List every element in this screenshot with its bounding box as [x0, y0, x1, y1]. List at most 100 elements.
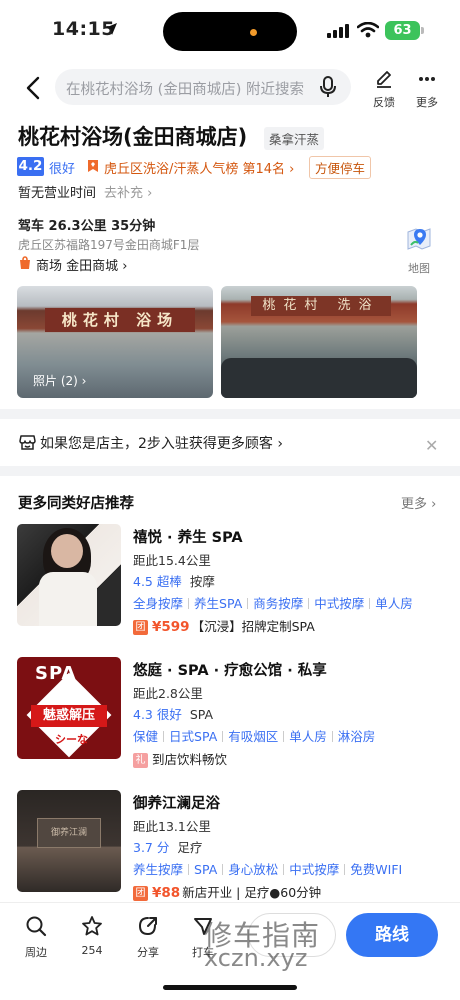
more-dots-icon	[419, 77, 435, 81]
shop-deal[interactable]: 礼到店饮料畅饮	[133, 749, 227, 768]
location-arrow-icon	[105, 23, 117, 35]
battery-tip	[421, 27, 424, 34]
shop-card[interactable]: 禧悦 · 养生 SPA 距此15.4公里 4.5 超棒 按摩 全身按摩 养生SPA…	[0, 524, 460, 636]
thumbnail-figure	[39, 572, 97, 626]
shop-tag: 中式按摩	[314, 596, 365, 611]
share-label: 分享	[137, 946, 159, 959]
search-placeholder: 在桃花村浴场 (金田商城店) 附近搜索	[66, 82, 305, 98]
shop-category: 按摩	[189, 574, 215, 589]
recording-indicator	[250, 29, 257, 36]
favorite-count: 254	[81, 944, 103, 957]
close-icon[interactable]: ✕	[425, 436, 438, 455]
shop-rating: 4.3 很好 SPA	[133, 704, 213, 723]
rating-word: 很好	[49, 162, 76, 177]
parking-tag: 方便停车	[309, 156, 372, 179]
recommend-title: 更多同类好店推荐	[18, 496, 134, 512]
section-divider	[0, 409, 460, 419]
shop-distance: 距此13.1公里	[133, 819, 211, 834]
add-hours-link[interactable]: 去补充 ›	[104, 182, 152, 201]
more-label: 更多	[416, 96, 438, 109]
shop-tag: 商务按摩	[253, 596, 304, 611]
owner-claim-link[interactable]: 如果您是店主，2步入驻获得更多顾客 ›	[40, 433, 283, 453]
shop-tag: 日式SPA	[169, 729, 218, 744]
shop-score-word: 很好	[156, 707, 182, 722]
shop-thumbnail: 御养江澜	[17, 790, 121, 892]
share-icon	[138, 917, 157, 936]
nearby-button[interactable]: 周边	[16, 915, 56, 960]
search-input[interactable]: 在桃花村浴场 (金田商城店) 附近搜索	[55, 69, 351, 105]
shop-icon	[19, 435, 36, 450]
shop-name: 御养江澜足浴	[133, 796, 220, 812]
shop-score: 3.7	[133, 840, 153, 855]
shop-tags: 全身按摩 养生SPA 商务按摩 中式按摩 单人房	[133, 593, 413, 612]
favorite-button[interactable]: 254	[72, 915, 112, 957]
mall-icon	[20, 256, 30, 269]
microphone-icon[interactable]	[319, 76, 337, 98]
shop-tags: 养生按摩 SPA 身心放松 中式按摩 免费WIFI	[133, 859, 402, 878]
thumbnail-figure	[51, 534, 83, 568]
shop-tag: 有吸烟区	[228, 729, 279, 744]
shop-tag: 全身按摩	[133, 596, 184, 611]
shop-tag: 淋浴房	[337, 729, 376, 744]
shop-tag: 保健	[133, 729, 159, 744]
group-deal-badge: 团	[133, 886, 148, 901]
photo-count[interactable]: 照片 (2) ›	[33, 372, 86, 389]
thumbnail-signage: 御养江澜	[37, 818, 101, 848]
shop-rating: 3.7 分 足疗	[133, 837, 202, 856]
store-photo-2[interactable]: 桃花村 洗浴	[221, 286, 417, 398]
address[interactable]: 虎丘区苏福路197号金田商城F1层	[18, 236, 199, 253]
cellular-signal-icon	[327, 24, 349, 38]
star-icon	[82, 916, 102, 936]
photo-signboard: 桃花村 洗浴	[251, 296, 391, 316]
shop-distance: 距此2.8公里	[133, 686, 203, 701]
route-button[interactable]: 路线	[346, 913, 438, 957]
shop-card[interactable]: SPA 魅惑解压 シーな 悠庭 · SPA · 疗愈公馆 · 私享 距此2.8公…	[0, 657, 460, 769]
recommend-more-link[interactable]: 更多 ›	[401, 493, 436, 512]
shop-name: 悠庭 · SPA · 疗愈公馆 · 私享	[133, 663, 327, 679]
map-button[interactable]: 地图	[404, 224, 434, 276]
watermark-url: xczn.xyz	[204, 944, 308, 972]
deal-text: 到店饮料畅饮	[152, 752, 228, 767]
category-tag: 桑拿汗蒸	[264, 127, 325, 150]
feedback-label: 反馈	[373, 96, 395, 109]
section-divider	[0, 466, 460, 476]
photo-car	[221, 358, 417, 398]
shop-deal[interactable]: 团 ¥88 新店开业 | 足疗●60分钟	[133, 882, 321, 901]
store-photo-1[interactable]: 桃花村 浴场 照片 (2) ›	[17, 286, 213, 398]
edit-icon	[377, 71, 391, 88]
shop-score: 4.3	[133, 707, 153, 722]
shop-score: 4.5	[133, 574, 153, 589]
shop-deal[interactable]: 团 ¥599 【沉浸】招牌定制SPA	[133, 616, 315, 635]
shop-tag: 免费WIFI	[350, 862, 403, 877]
nearby-label: 周边	[25, 946, 47, 959]
ranking-link[interactable]: 虎丘区洗浴/汗蒸人气榜 第14名 ›	[104, 158, 294, 177]
share-button[interactable]: 分享	[128, 915, 168, 960]
search-icon	[26, 916, 47, 937]
shop-tags: 保健 日式SPA 有吸烟区 单人房 淋浴房	[133, 726, 375, 745]
shop-name: 禧悦 · 养生 SPA	[133, 530, 243, 546]
ranking-flag-icon	[88, 160, 98, 172]
map-pin-icon	[407, 228, 431, 250]
shop-thumbnail: SPA 魅惑解压 シーな	[17, 657, 121, 759]
poi-title: 桃花村浴场(金田商城店)	[18, 125, 248, 149]
shop-tag: SPA	[194, 862, 218, 877]
shop-tag: 中式按摩	[289, 862, 340, 877]
shop-card[interactable]: 御养江澜 御养江澜足浴 距此13.1公里 3.7 分 足疗 养生按摩 SPA 身心放…	[0, 790, 460, 902]
back-arrow-icon[interactable]	[20, 74, 48, 102]
battery-indicator: 63	[385, 21, 420, 40]
shop-tag: 养生按摩	[133, 862, 184, 877]
shop-tag: 单人房	[375, 596, 413, 611]
drive-distance: 驾车 26.3公里 35分钟	[18, 219, 156, 234]
shop-tag: 单人房	[289, 729, 327, 744]
more-button[interactable]: 更多	[411, 70, 443, 110]
deal-price: ¥599	[152, 619, 190, 635]
status-bar: 14:15 63	[0, 0, 460, 62]
group-deal-badge: 团	[133, 620, 148, 635]
feedback-button[interactable]: 反馈	[368, 70, 400, 110]
shop-thumbnail	[17, 524, 121, 626]
photo-signboard: 桃花村 浴场	[45, 308, 195, 332]
mall-link[interactable]: 商场 金田商城 ›	[36, 255, 127, 274]
shop-category: SPA	[189, 707, 214, 722]
shop-rating: 4.5 超棒 按摩	[133, 571, 215, 590]
rating-score: 4.2	[17, 157, 44, 176]
